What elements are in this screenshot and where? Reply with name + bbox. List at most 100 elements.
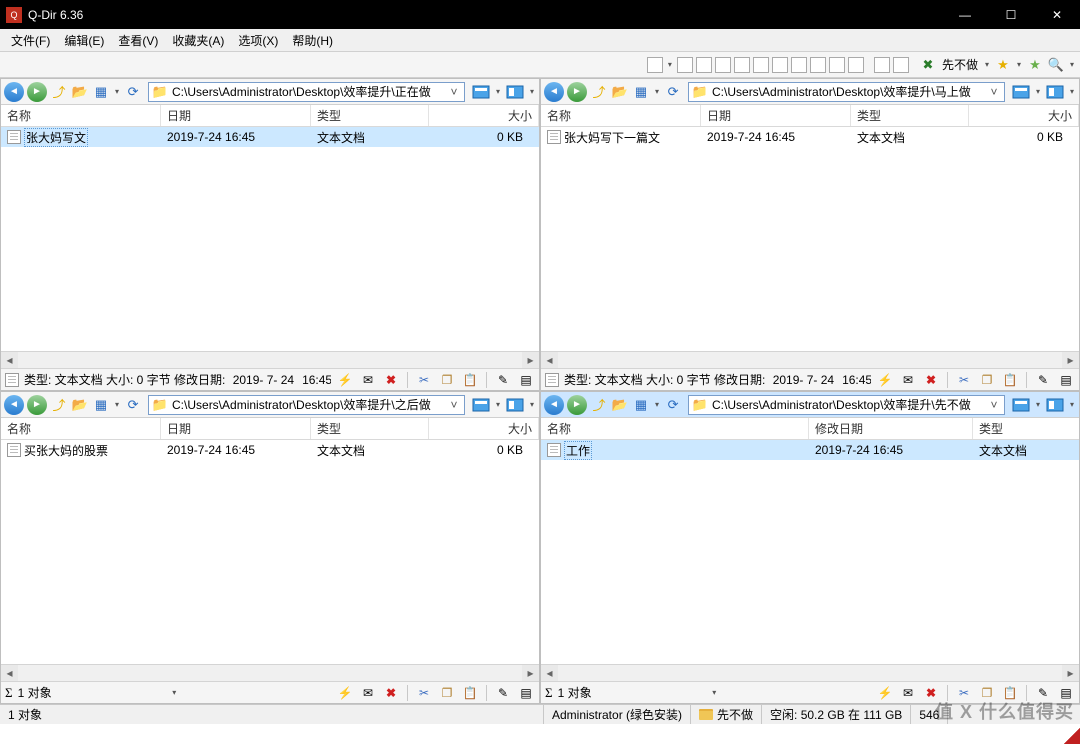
nav-forward-button[interactable]: ►	[567, 395, 587, 415]
paste-icon[interactable]: 📋	[1001, 684, 1019, 702]
edit-icon[interactable]: ✎	[1034, 371, 1052, 389]
nav-forward-button[interactable]: ►	[27, 395, 47, 415]
address-dropdown-icon[interactable]: ˅	[446, 398, 462, 412]
address-input[interactable]	[172, 398, 443, 412]
dropdown-icon[interactable]: ▾	[1015, 60, 1023, 69]
view-mode-icon[interactable]	[471, 397, 491, 413]
dropdown-icon[interactable]: ▾	[653, 400, 661, 409]
view-mode-2-icon[interactable]	[505, 84, 525, 100]
mail-icon[interactable]: ✉	[359, 371, 377, 389]
scroll-left-icon[interactable]: ◂	[1, 352, 18, 369]
file-row[interactable]: 张大妈写文 2019-7-24 16:45 文本文档 0 KB	[1, 127, 539, 147]
view-mode-2-icon[interactable]	[1045, 397, 1065, 413]
up-icon[interactable]: ⤴	[50, 396, 68, 414]
up-icon[interactable]: ⤴	[590, 83, 608, 101]
menu-favorites[interactable]: 收藏夹(A)	[165, 30, 231, 51]
menu-options[interactable]: 选项(X)	[231, 30, 285, 51]
address-bar[interactable]: 📁 ˅	[688, 82, 1005, 102]
col-date[interactable]: 日期	[701, 105, 851, 126]
layout-btn-5[interactable]	[734, 57, 750, 73]
dropdown-icon[interactable]: ▾	[494, 400, 502, 409]
file-list[interactable]: 买张大妈的股票 2019-7-24 16:45 文本文档 0 KB	[1, 440, 539, 664]
col-size[interactable]: 大小	[429, 418, 539, 439]
address-input[interactable]	[172, 85, 443, 99]
scroll-right-icon[interactable]: ▸	[522, 665, 539, 682]
cut-icon[interactable]: ✂	[955, 684, 973, 702]
col-name[interactable]: 名称	[1, 418, 161, 439]
layout-btn-6[interactable]	[753, 57, 769, 73]
view-mode-2-icon[interactable]	[505, 397, 525, 413]
cut-icon[interactable]: ✂	[415, 371, 433, 389]
flash-icon[interactable]: ⚡	[876, 684, 894, 702]
h-scrollbar[interactable]: ◂▸	[541, 351, 1079, 368]
address-input[interactable]	[712, 85, 983, 99]
pin-icon[interactable]: ✖	[919, 56, 937, 74]
up-icon[interactable]: ⤴	[50, 83, 68, 101]
layout-btn-8[interactable]	[791, 57, 807, 73]
edit-icon[interactable]: ✎	[494, 371, 512, 389]
cut-icon[interactable]: ✂	[955, 371, 973, 389]
edit-icon[interactable]: ✎	[1034, 684, 1052, 702]
dropdown-icon[interactable]: ▾	[983, 60, 991, 69]
dropdown-icon[interactable]: ▾	[494, 87, 502, 96]
up-icon[interactable]: ⤴	[590, 396, 608, 414]
col-name[interactable]: 名称	[1, 105, 161, 126]
col-type[interactable]: 类型	[851, 105, 969, 126]
refresh-icon[interactable]: ⟳	[124, 396, 142, 414]
star-icon[interactable]: ★	[994, 56, 1012, 74]
layout-btn-3[interactable]	[696, 57, 712, 73]
scroll-left-icon[interactable]: ◂	[1, 665, 18, 682]
delete-icon[interactable]: ✖	[382, 371, 400, 389]
refresh-icon[interactable]: ⟳	[664, 83, 682, 101]
layout-btn-2[interactable]	[677, 57, 693, 73]
dropdown-icon[interactable]: ▾	[1068, 400, 1076, 409]
nav-back-button[interactable]: ◄	[544, 395, 564, 415]
file-row[interactable]: 张大妈写下一篇文 2019-7-24 16:45 文本文档 0 KB	[541, 127, 1079, 147]
refresh-icon[interactable]: ⟳	[124, 83, 142, 101]
col-date[interactable]: 日期	[161, 105, 311, 126]
dropdown-icon[interactable]: ▾	[113, 400, 121, 409]
menu-help[interactable]: 帮助(H)	[285, 30, 340, 51]
dropdown-icon[interactable]: ▾	[710, 688, 718, 697]
col-date[interactable]: 日期	[161, 418, 311, 439]
h-scrollbar[interactable]: ◂▸	[1, 664, 539, 681]
address-bar[interactable]: 📁 ˅	[148, 395, 465, 415]
flash-icon[interactable]: ⚡	[336, 684, 354, 702]
scroll-right-icon[interactable]: ▸	[1062, 665, 1079, 682]
edit-icon[interactable]: ✎	[494, 684, 512, 702]
address-input[interactable]	[712, 398, 983, 412]
star-green-icon[interactable]: ★	[1026, 56, 1044, 74]
nav-back-button[interactable]: ◄	[4, 395, 24, 415]
dropdown-icon[interactable]: ▾	[1034, 87, 1042, 96]
delete-icon[interactable]: ✖	[922, 371, 940, 389]
menu-view[interactable]: 查看(V)	[111, 30, 165, 51]
scroll-left-icon[interactable]: ◂	[541, 665, 558, 682]
layout-btn-4[interactable]	[715, 57, 731, 73]
dropdown-icon[interactable]: ▾	[528, 87, 536, 96]
nav-forward-button[interactable]: ►	[567, 82, 587, 102]
favorite-icon[interactable]: 📂	[71, 396, 89, 414]
file-list[interactable]: 张大妈写文 2019-7-24 16:45 文本文档 0 KB	[1, 127, 539, 351]
sigma-icon[interactable]: Σ	[5, 685, 13, 701]
file-row[interactable]: 工作 2019-7-24 16:45 文本文档	[541, 440, 1079, 460]
view-mode-icon[interactable]	[1011, 397, 1031, 413]
nav-back-button[interactable]: ◄	[4, 82, 24, 102]
paste-icon[interactable]: 📋	[461, 371, 479, 389]
file-row[interactable]: 买张大妈的股票 2019-7-24 16:45 文本文档 0 KB	[1, 440, 539, 460]
delete-icon[interactable]: ✖	[382, 684, 400, 702]
refresh-icon[interactable]: ⟳	[664, 396, 682, 414]
priority-label[interactable]: 先不做	[940, 56, 980, 73]
favorite-icon[interactable]: 📂	[611, 83, 629, 101]
layout-btn-10[interactable]	[829, 57, 845, 73]
scroll-left-icon[interactable]: ◂	[541, 352, 558, 369]
col-moddate[interactable]: 修改日期	[809, 418, 973, 439]
copy-icon[interactable]: ❐	[978, 684, 996, 702]
paste-icon[interactable]: 📋	[1001, 371, 1019, 389]
flash-icon[interactable]: ⚡	[876, 371, 894, 389]
nav-forward-button[interactable]: ►	[27, 82, 47, 102]
apps-icon[interactable]: ▦	[632, 396, 650, 414]
layout-btn-9[interactable]	[810, 57, 826, 73]
layout-btn-12[interactable]	[874, 57, 890, 73]
resize-grip[interactable]	[1064, 728, 1080, 744]
layout-btn-11[interactable]	[848, 57, 864, 73]
